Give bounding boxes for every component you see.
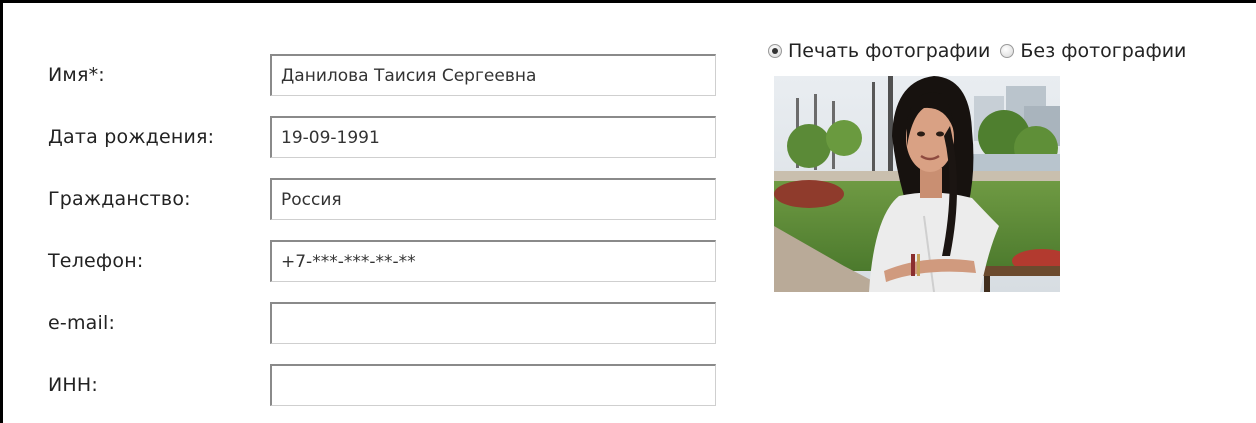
no-photo-label: Без фотографии (1020, 40, 1187, 62)
inn-input[interactable] (270, 364, 716, 406)
print-photo-option[interactable]: Печать фотографии (768, 40, 990, 62)
phone-label: Телефон: (48, 250, 144, 272)
no-photo-option[interactable]: Без фотографии (1000, 40, 1186, 62)
photo-options: Печать фотографии Без фотографии (768, 40, 1186, 62)
name-input[interactable] (270, 54, 716, 96)
print-photo-radio[interactable] (768, 44, 782, 58)
phone-input[interactable] (270, 240, 716, 282)
no-photo-radio[interactable] (1000, 44, 1015, 58)
print-photo-label: Печать фотографии (788, 40, 991, 62)
citizenship-input[interactable] (270, 178, 716, 220)
inn-label: ИНН: (48, 374, 98, 396)
birthdate-label: Дата рождения: (48, 126, 215, 148)
portrait-photo (774, 76, 1060, 292)
portrait-image (774, 76, 1060, 292)
email-input[interactable] (270, 302, 716, 344)
email-label: e-mail: (48, 312, 116, 334)
birthdate-input[interactable] (270, 116, 716, 158)
name-label: Имя*: (48, 64, 105, 86)
citizenship-label: Гражданство: (48, 188, 191, 210)
